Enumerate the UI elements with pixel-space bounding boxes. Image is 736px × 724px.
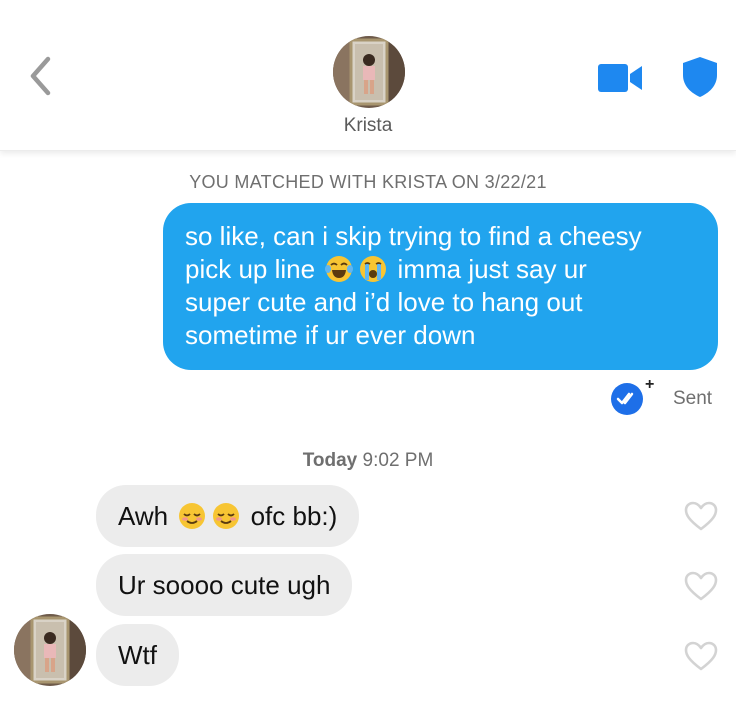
laughing-tears-emoji-icon [325,256,354,282]
sender-avatar[interactable] [14,614,86,686]
match-banner: YOU MATCHED WITH KRISTA ON 3/22/21 [189,172,547,192]
message-line: pick up line imma just say ur [185,254,587,284]
crying-emoji-icon [360,256,387,282]
video-call-button[interactable] [596,60,646,96]
sent-status-label: Sent [673,388,713,409]
day-label: Today [302,450,358,471]
delivery-status: + Sent [610,376,730,418]
message-line: super cute and i’d love to hang out [185,287,583,317]
like-heart-icon[interactable] [683,570,719,602]
like-heart-icon[interactable] [683,500,719,532]
contact-name[interactable]: Krista [0,115,736,137]
time-label: 9:02 PM [362,450,434,471]
timestamp-divider: Today 9:02 PM [0,450,736,472]
relieved-emoji-icon [179,503,206,529]
incoming-message-bubble[interactable]: Wtf [96,624,179,686]
safety-button[interactable] [680,55,720,99]
contact-avatar[interactable] [333,36,405,108]
double-check-icon [611,383,643,415]
outgoing-message-bubble[interactable]: so like, can i skip trying to find a che… [163,203,718,370]
incoming-message-bubble[interactable]: Awh ofc bb:) [96,485,360,547]
back-button[interactable] [22,54,58,98]
video-camera-icon [598,64,642,92]
message-line: sometime if ur ever down [185,320,476,350]
chevron-left-icon [30,56,51,96]
message-line: so like, can i skip trying to find a che… [185,221,642,251]
plus-badge: + [645,376,655,393]
like-heart-icon[interactable] [683,640,719,672]
relieved-emoji-icon [213,503,240,529]
incoming-message-bubble[interactable]: Ur soooo cute ugh [96,554,353,616]
shield-icon [683,57,717,97]
chat-header: Krista [0,0,736,151]
